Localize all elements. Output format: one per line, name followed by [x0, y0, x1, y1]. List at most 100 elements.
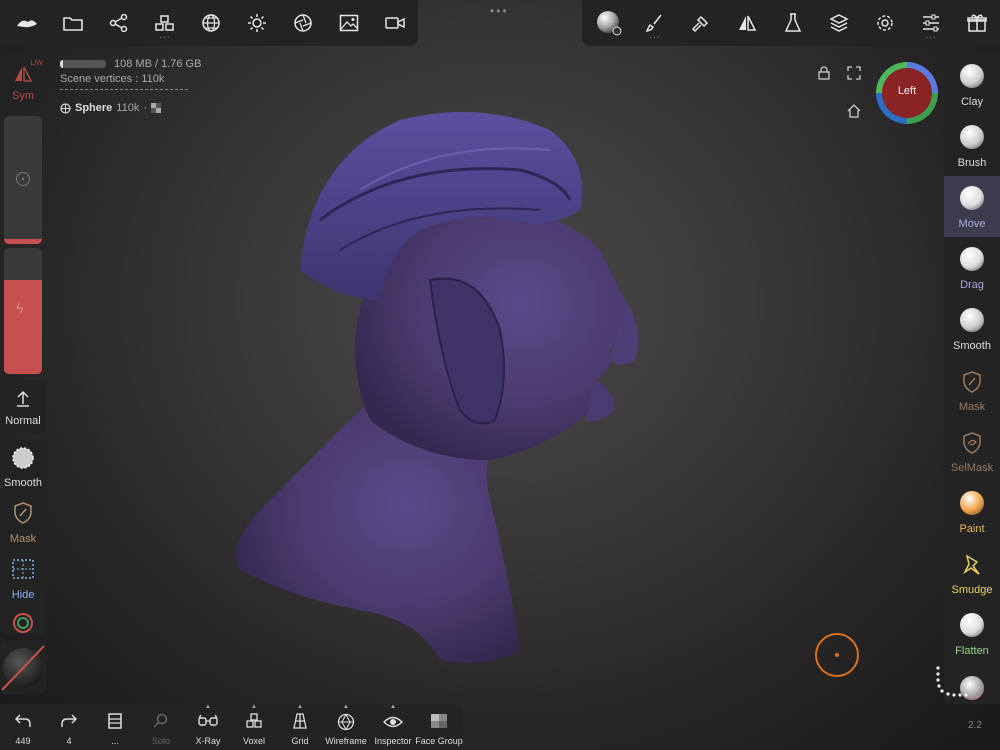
tool-label: Smudge — [951, 584, 993, 596]
lock-icon[interactable] — [817, 66, 831, 80]
mesh-sphere-icon[interactable] — [188, 0, 234, 46]
flatten-icon — [960, 613, 984, 637]
tool-smooth[interactable]: Smooth — [944, 298, 1000, 359]
paint-brush-icon[interactable]: ··· — [632, 0, 678, 46]
memory-bar — [60, 60, 106, 68]
clay-icon — [960, 64, 984, 88]
wireframe-button[interactable]: ▲ Wireframe — [323, 704, 369, 750]
smooth-icon — [960, 308, 984, 332]
boxes-icon[interactable]: ··· — [142, 0, 188, 46]
tool-brush[interactable]: Brush — [944, 115, 1000, 176]
panel-resize-handle-icon[interactable] — [930, 664, 970, 704]
symmetry-button[interactable]: L/W Sym — [0, 54, 46, 108]
left-tool-label: Hide — [11, 589, 35, 601]
hammer-icon[interactable] — [678, 0, 724, 46]
search-icon — [153, 713, 168, 728]
image-icon[interactable] — [326, 0, 372, 46]
right-tools-panel: Clay Brush Move Drag Smooth Mask SelMask… — [944, 54, 1000, 704]
radius-knob-icon — [16, 172, 30, 186]
tool-label: Move — [958, 218, 986, 230]
home-icon[interactable] — [847, 104, 861, 118]
gift-icon[interactable] — [954, 0, 1000, 46]
more-dots: ··· — [159, 33, 171, 42]
tool-smudge[interactable]: Smudge — [944, 542, 1000, 603]
top-handle-dots[interactable]: ••• — [490, 4, 509, 18]
view-gizmo[interactable]: Left — [876, 62, 938, 124]
mask-shield-icon — [14, 502, 32, 524]
tool-label: Mask — [958, 401, 986, 413]
top-right-toolbar: ··· ··· — [582, 0, 1000, 46]
left-tool-smooth[interactable]: Smooth — [0, 440, 46, 495]
radius-slider[interactable] — [4, 116, 42, 244]
radius-fill — [4, 238, 42, 244]
object-vertices: 110k — [116, 102, 140, 114]
caret-icon: ▲ — [297, 704, 303, 710]
tool-label: Clay — [960, 96, 983, 108]
video-icon[interactable] — [372, 0, 418, 46]
sym-mode: L/W — [30, 60, 43, 67]
more-dots: ··· — [925, 33, 937, 42]
redo-icon — [61, 714, 77, 727]
tool-label: Drag — [960, 279, 984, 291]
bottom-toolbar: 449 4 ... Solo ▲ X-Ray ▲ Voxel ▲ Grid ▲ … — [0, 704, 463, 750]
solo-button[interactable]: Solo — [138, 704, 184, 750]
tool-clay[interactable]: Clay — [944, 54, 1000, 115]
symmetry-icon[interactable] — [724, 0, 770, 46]
folder-icon[interactable] — [50, 0, 96, 46]
paint-icon — [960, 491, 984, 515]
sliders-icon[interactable]: ··· — [908, 0, 954, 46]
mask-shield-icon — [963, 371, 981, 393]
upload-arrow-icon — [17, 390, 29, 407]
face-group-button[interactable]: Face Group — [415, 704, 463, 750]
selmask-shield-icon — [963, 432, 981, 454]
intensity-slider[interactable]: ϟ — [4, 248, 42, 374]
grid-icon — [293, 713, 307, 729]
normal-button[interactable]: Normal — [0, 380, 46, 434]
tool-label: Paint — [959, 523, 985, 535]
color-wheel-icon[interactable] — [12, 612, 34, 634]
sym-label: Sym — [12, 90, 34, 102]
fullscreen-icon[interactable] — [847, 66, 861, 80]
book-icon — [108, 713, 122, 729]
left-tool-mask[interactable]: Mask — [0, 496, 46, 551]
scene-graph-icon[interactable] — [96, 0, 142, 46]
layers-icon[interactable] — [816, 0, 862, 46]
sculpt-bust[interactable] — [220, 100, 660, 670]
top-left-toolbar: ··· — [0, 0, 418, 46]
tool-selmask[interactable]: SelMask — [944, 420, 1000, 481]
tool-flatten[interactable]: Flatten — [944, 603, 1000, 664]
gear-icon[interactable] — [862, 0, 908, 46]
left-tools-panel: Smooth Mask Hide — [0, 440, 46, 634]
object-row[interactable]: Sphere 110k · — [60, 102, 201, 114]
caret-icon: ▲ — [251, 704, 257, 710]
move-icon — [960, 186, 984, 210]
caret-icon: ▲ — [205, 704, 211, 710]
tool-label: SelMask — [950, 462, 994, 474]
undo-icon — [15, 714, 31, 727]
eye-icon — [383, 716, 403, 728]
tool-mask[interactable]: Mask — [944, 359, 1000, 420]
aperture-icon[interactable] — [280, 0, 326, 46]
face-group-icon — [431, 714, 447, 728]
symmetry-icon — [15, 66, 32, 82]
tool-paint[interactable]: Paint — [944, 481, 1000, 542]
flask-icon[interactable] — [770, 0, 816, 46]
more-dots: ··· — [649, 33, 661, 42]
drag-icon — [960, 247, 984, 271]
tool-label: Brush — [957, 157, 987, 169]
scene-vertices: Scene vertices : 110k — [60, 73, 165, 85]
checker-icon — [151, 103, 162, 113]
hide-grid-icon — [12, 559, 34, 579]
material-sphere-icon[interactable] — [586, 0, 632, 46]
sun-icon[interactable] — [234, 0, 280, 46]
separator — [60, 89, 188, 90]
intensity-fill — [4, 279, 42, 374]
tool-move[interactable]: Move — [944, 176, 1000, 237]
left-tool-hide[interactable]: Hide — [0, 552, 46, 607]
app-logo-icon[interactable] — [4, 0, 50, 46]
caret-icon: ▲ — [390, 704, 396, 710]
brush-cursor — [815, 633, 859, 677]
tool-drag[interactable]: Drag — [944, 237, 1000, 298]
caret-icon: ▲ — [343, 704, 349, 710]
material-swatch[interactable] — [0, 640, 46, 694]
